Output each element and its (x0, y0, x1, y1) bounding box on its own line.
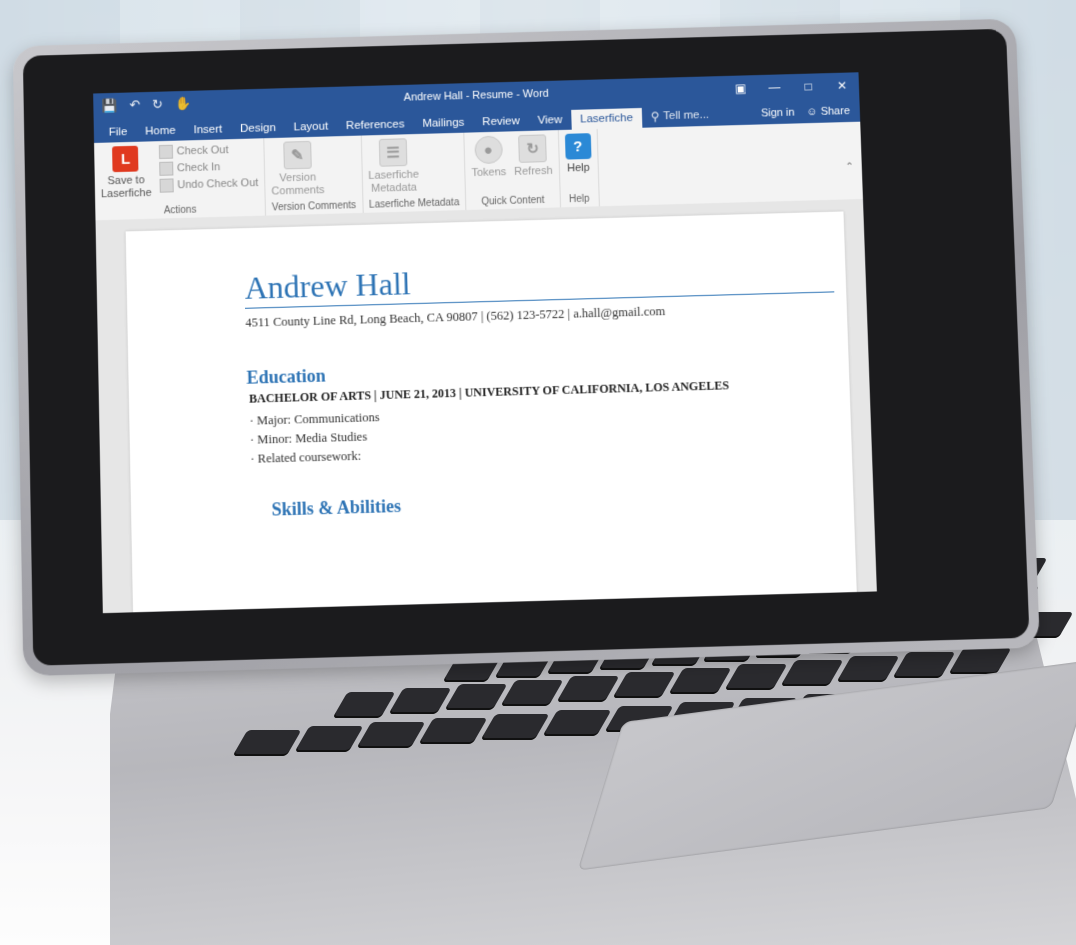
keyboard-key[interactable] (724, 664, 787, 690)
skills-heading: Skills & Abilities (271, 496, 401, 521)
version-label-1: Version (279, 172, 316, 186)
group-label-quick-content: Quick Content (472, 195, 553, 208)
screen-bezel: 💾 ↶ ↻ ✋ Andrew Hall - Resume - Word ▣ — … (23, 29, 1030, 666)
redo-icon[interactable]: ↻ (152, 97, 163, 113)
maximize-icon[interactable]: □ (791, 79, 825, 94)
group-laserfiche-metadata: ☰ Laserfiche Metadata Laserfiche Metadat… (361, 133, 466, 213)
list-item: Related coursework: (250, 446, 381, 469)
keyboard-key[interactable] (556, 676, 619, 702)
tell-me-text: Tell me... (663, 109, 709, 122)
group-quick-content: ● Tokens ↻ Refresh Quick Content (464, 130, 560, 210)
word-window: 💾 ↶ ↻ ✋ Andrew Hall - Resume - Word ▣ — … (93, 72, 877, 613)
check-in-label: Check In (177, 161, 220, 174)
keyboard-key[interactable] (668, 668, 731, 694)
laptop-lid: 💾 ↶ ↻ ✋ Andrew Hall - Resume - Word ▣ — … (13, 19, 1040, 677)
keyboard-key[interactable] (780, 660, 843, 686)
share-label: Share (820, 105, 850, 118)
check-in-button[interactable]: Check In (159, 159, 258, 176)
tell-me-box[interactable]: ⚲ Tell me... (642, 104, 719, 128)
refresh-label: Refresh (514, 165, 553, 179)
group-version-comments: ✎ Version Comments Version Comments (264, 136, 363, 216)
save-icon[interactable]: 💾 (101, 98, 117, 114)
tab-view[interactable]: View (528, 110, 571, 131)
refresh-icon: ↻ (518, 134, 547, 163)
sign-in-link[interactable]: Sign in (761, 107, 795, 120)
tab-home[interactable]: Home (136, 121, 185, 142)
keyboard-key[interactable] (356, 722, 425, 748)
help-label: Help (567, 162, 590, 176)
share-button[interactable]: ☺ Share (806, 105, 850, 118)
person-icon: ☺ (806, 106, 818, 118)
keyboard-key[interactable] (948, 648, 1011, 674)
tab-layout[interactable]: Layout (285, 116, 338, 137)
window-controls: ▣ — □ ✕ (724, 78, 860, 96)
refresh-button[interactable]: ↻ Refresh (513, 134, 553, 179)
minimize-icon[interactable]: — (757, 80, 791, 95)
group-label-metadata: Laserfiche Metadata (369, 197, 460, 210)
group-label-version-comments: Version Comments (272, 200, 356, 213)
keyboard-key[interactable] (542, 710, 611, 736)
keyboard-key[interactable] (388, 688, 451, 714)
undo-check-out-icon (159, 178, 173, 192)
keyboard-key[interactable] (232, 730, 301, 756)
undo-check-out-label: Undo Check Out (177, 177, 258, 191)
keyboard-key[interactable] (480, 714, 549, 740)
tokens-button[interactable]: ● Tokens (471, 136, 507, 181)
keyboard-key[interactable] (332, 692, 395, 718)
keyboard-key[interactable] (418, 718, 487, 744)
tab-references[interactable]: References (337, 114, 414, 136)
check-out-label: Check Out (177, 144, 229, 157)
tokens-label: Tokens (471, 166, 506, 180)
check-in-icon (159, 162, 173, 176)
lightbulb-icon: ⚲ (651, 109, 660, 123)
contact-line: 4511 County Line Rd, Long Beach, CA 9080… (245, 304, 665, 331)
tokens-icon: ● (474, 136, 503, 165)
version-label-2: Comments (271, 184, 324, 198)
keyboard-key[interactable] (500, 680, 563, 706)
education-bullets: Major: Communications Minor: Media Studi… (249, 408, 380, 469)
tab-review[interactable]: Review (473, 111, 529, 132)
close-icon[interactable]: ✕ (825, 78, 859, 93)
resume-name: Andrew Hall (244, 265, 411, 306)
group-help: ? Help Help (558, 129, 599, 207)
tab-mailings[interactable]: Mailings (413, 113, 473, 134)
tab-laserfiche[interactable]: Laserfiche (571, 108, 642, 130)
tab-design[interactable]: Design (231, 118, 285, 139)
keyboard-key[interactable] (892, 652, 955, 678)
metadata-label-2: Metadata (371, 182, 417, 196)
save-to-laserfiche-button[interactable]: L Save to Laserfiche (100, 145, 152, 201)
document-area[interactable]: Andrew Hall 4511 County Line Rd, Long Be… (96, 199, 877, 613)
restore-icon[interactable]: ▣ (724, 81, 758, 96)
laserfiche-logo-icon: L (112, 146, 138, 172)
collapse-ribbon-icon[interactable]: ⌃ (844, 122, 863, 200)
check-out-icon (159, 145, 173, 159)
keyboard-key[interactable] (294, 726, 363, 752)
undo-icon[interactable]: ↶ (129, 97, 140, 113)
keyboard-key[interactable] (444, 684, 507, 710)
touch-mode-icon[interactable]: ✋ (175, 96, 191, 112)
version-comments-button[interactable]: ✎ Version Comments (270, 141, 324, 199)
help-button[interactable]: ? Help (564, 133, 591, 175)
undo-check-out-button[interactable]: Undo Check Out (159, 176, 258, 193)
save-to-label-2: Laserfiche (101, 187, 152, 201)
quick-access-toolbar: 💾 ↶ ↻ ✋ (93, 96, 191, 115)
check-out-button[interactable]: Check Out (159, 142, 258, 159)
tab-file[interactable]: File (100, 122, 137, 143)
comments-icon: ✎ (283, 141, 312, 170)
metadata-icon: ☰ (379, 138, 408, 167)
laserfiche-metadata-button[interactable]: ☰ Laserfiche Metadata (367, 138, 419, 196)
tab-insert[interactable]: Insert (184, 119, 231, 140)
keyboard-key[interactable] (612, 672, 675, 698)
group-actions: L Save to Laserfiche Check Out Check In … (94, 138, 266, 220)
group-label-help: Help (566, 194, 592, 206)
education-heading: Education (246, 366, 326, 389)
document-page[interactable]: Andrew Hall 4511 County Line Rd, Long Be… (126, 211, 859, 613)
save-to-label-1: Save to (107, 174, 144, 188)
keyboard-key[interactable] (836, 656, 899, 682)
help-icon: ? (564, 133, 591, 159)
